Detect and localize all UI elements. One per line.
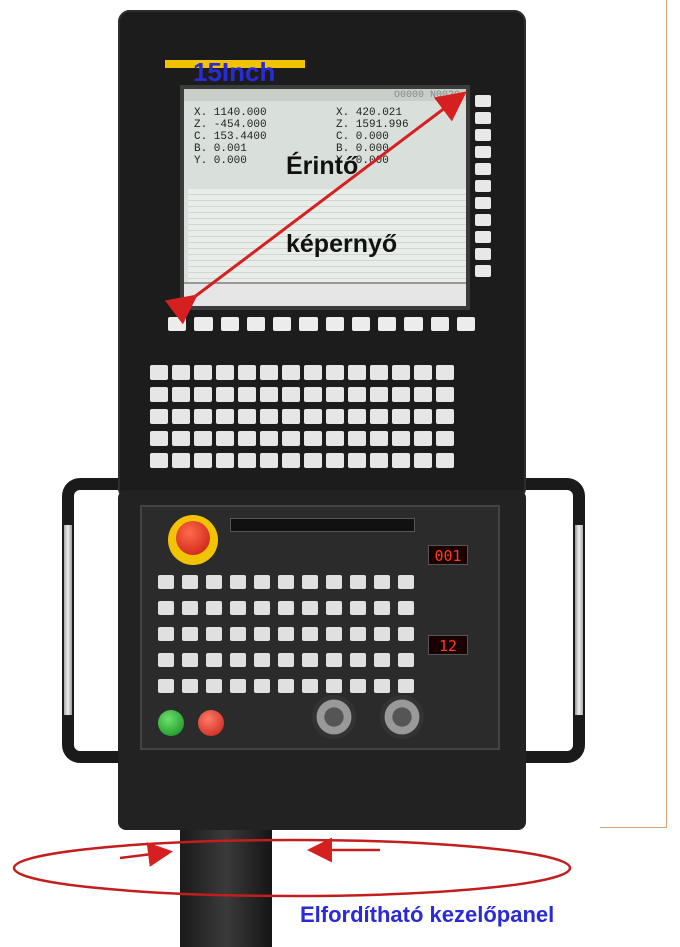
touch-screen-label-line2: képernyő — [286, 230, 398, 258]
diagonal-arrow — [164, 91, 467, 325]
touch-screen-label-line1: Érintő — [286, 152, 359, 180]
rotation-arrow-left — [119, 842, 173, 867]
rotation-ellipse — [12, 838, 572, 898]
annotation-overlay — [12, 91, 572, 898]
rotatable-panel-label: Elfordítható kezelőpanel — [300, 902, 555, 927]
screen-size-label: 15Inch — [193, 57, 276, 87]
